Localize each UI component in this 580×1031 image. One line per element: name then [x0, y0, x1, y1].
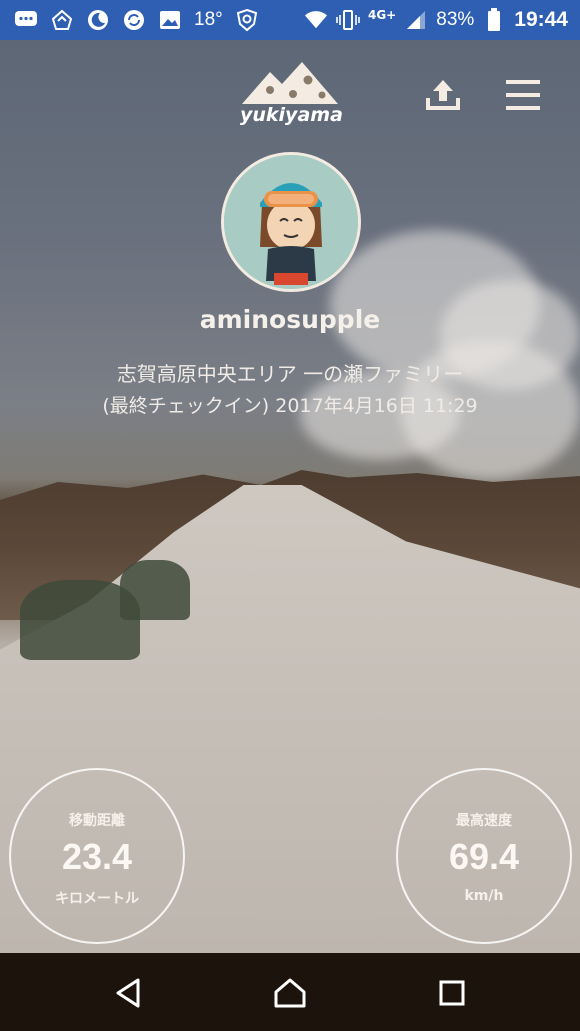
- share-button[interactable]: [422, 74, 464, 116]
- share-upload-icon: [426, 80, 460, 110]
- logo-text: yukiyama: [240, 104, 343, 126]
- app-screen: 18° 4G+ 83% 19:44 yukiyama aminosupple 志…: [0, 0, 580, 1031]
- back-triangle-icon: [116, 978, 140, 1008]
- battery-percent-text: 83%: [436, 9, 475, 30]
- resort-area: 志賀高原中央エリア 一の瀬ファミリー: [116, 362, 464, 386]
- menu-button[interactable]: [502, 74, 544, 116]
- avatar[interactable]: [221, 152, 361, 292]
- app-notification-icon: [50, 8, 74, 32]
- username: aminosupple: [199, 305, 381, 334]
- distance-unit: キロメートル: [55, 891, 139, 907]
- snowboarder-avatar-icon: [224, 155, 358, 289]
- speed-unit: km/h: [464, 888, 504, 904]
- distance-value: 23.4: [61, 836, 133, 877]
- yukiyama-logo: yukiyama: [240, 60, 343, 132]
- navigation-bar: [0, 953, 580, 1031]
- max-speed-stat[interactable]: 最高速度 69.4 km/h: [396, 768, 572, 944]
- battery-icon: [482, 8, 506, 32]
- speed-value: 69.4: [448, 836, 520, 877]
- vibrate-icon: [336, 8, 360, 32]
- speed-label: 最高速度: [456, 813, 512, 829]
- back-button[interactable]: [108, 973, 148, 1013]
- tree-cluster: [120, 560, 190, 620]
- home-button[interactable]: [270, 973, 310, 1013]
- hamburger-menu-icon: [506, 80, 540, 110]
- last-checkin: (最終チェックイン) 2017年4月16日 11:29: [102, 395, 478, 417]
- distance-label: 移動距離: [69, 813, 125, 829]
- clock-text: 19:44: [514, 8, 568, 31]
- distance-stat[interactable]: 移動距離 23.4 キロメートル: [9, 768, 185, 944]
- status-bar: 18° 4G+ 83% 19:44: [0, 0, 580, 40]
- signal-icon: [404, 8, 428, 32]
- recents-button[interactable]: [432, 973, 472, 1013]
- temperature-text: 18°: [194, 9, 223, 30]
- image-icon: [158, 8, 182, 32]
- home-icon: [274, 978, 306, 1008]
- wifi-icon: [304, 8, 328, 32]
- moon-icon: [86, 8, 110, 32]
- network-type-text: 4G+: [367, 8, 397, 22]
- shield-icon: [235, 8, 259, 32]
- recents-square-icon: [439, 980, 465, 1006]
- mountain-snowflake-icon: [242, 62, 338, 104]
- sync-icon: [122, 8, 146, 32]
- message-notification-icon: [14, 8, 38, 32]
